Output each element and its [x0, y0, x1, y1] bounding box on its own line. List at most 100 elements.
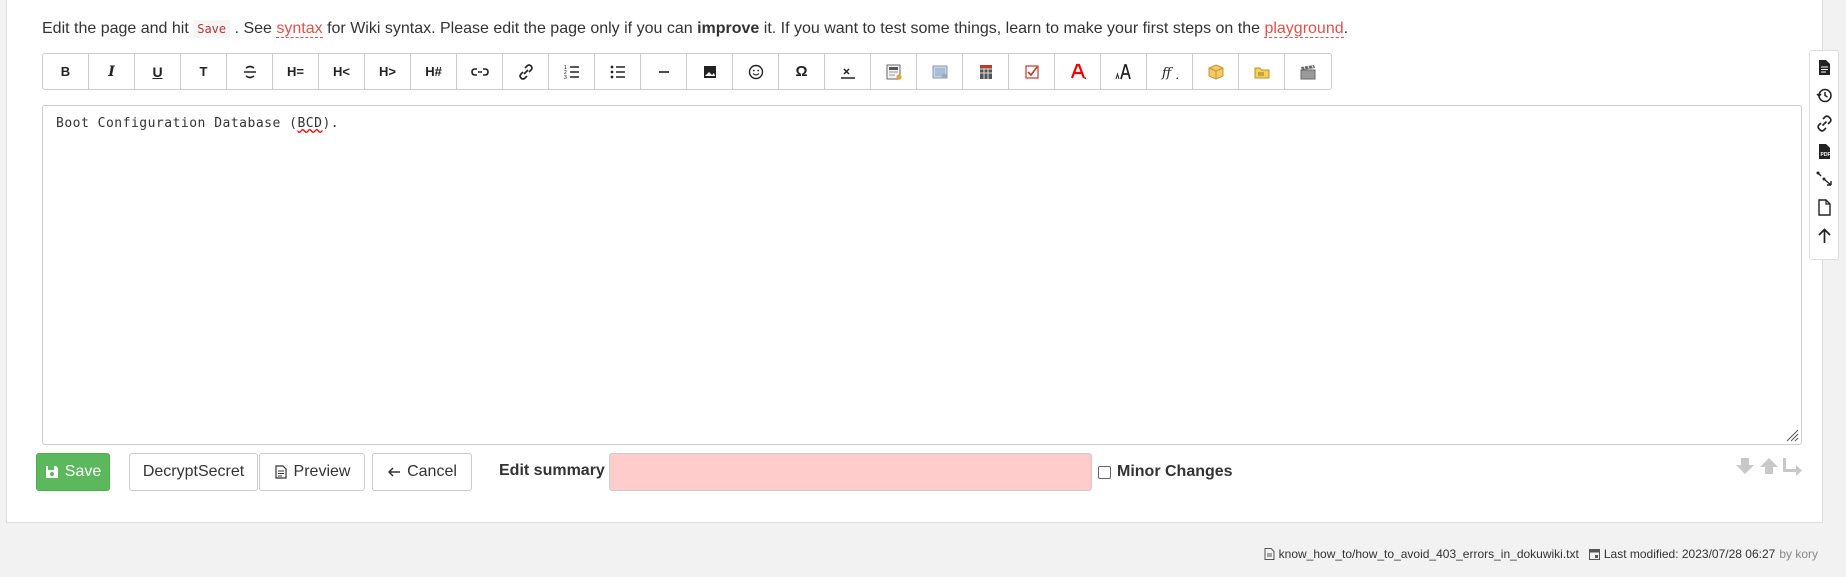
- save-button[interactable]: Save: [36, 453, 110, 491]
- checkbox-icon: [1024, 64, 1039, 79]
- editor-size-controls: [1734, 456, 1804, 476]
- unordered-list-button[interactable]: [595, 54, 641, 89]
- playground-link[interactable]: playground: [1264, 20, 1344, 38]
- last-modified-text: Last modified: 2023/07/28 06:27: [1603, 547, 1776, 561]
- minor-changes-checkbox[interactable]: [1098, 465, 1111, 479]
- internal-link-button[interactable]: [457, 54, 503, 89]
- chain-link-icon: [518, 63, 533, 80]
- calendar-icon: [1588, 549, 1600, 560]
- intro-text: it. If you want to test some things, lea…: [759, 20, 1265, 37]
- underline-label: U: [152, 63, 163, 80]
- plugin-folder-button[interactable]: [1239, 54, 1285, 89]
- strike-button[interactable]: [227, 54, 273, 89]
- underline-button[interactable]: U: [135, 54, 181, 89]
- arrow-down-icon[interactable]: [1734, 456, 1756, 476]
- italic-label: I: [108, 63, 115, 80]
- backlinks-icon[interactable]: [1816, 115, 1833, 132]
- resize-grip-icon[interactable]: [1785, 428, 1799, 442]
- page-tools-sidebar: PDF: [1809, 50, 1839, 260]
- unordered-list-icon: [610, 65, 625, 78]
- wrap-toggle-icon[interactable]: [1782, 456, 1804, 476]
- font-family-button[interactable]: ff: [1147, 54, 1193, 89]
- intro-text: Edit the page and hit: [42, 20, 194, 37]
- edit-page-icon[interactable]: [1816, 59, 1833, 76]
- decrypt-secret-button[interactable]: DecryptSecret: [129, 453, 258, 491]
- plugin-box-button[interactable]: [1193, 54, 1239, 89]
- horizontal-rule-button[interactable]: [641, 54, 687, 89]
- author-text: by kory: [1779, 547, 1818, 561]
- heading-same-button[interactable]: H=: [273, 54, 319, 89]
- plugin-table-button[interactable]: [963, 54, 1009, 89]
- plugin-video-button[interactable]: [1285, 54, 1331, 89]
- external-link-button[interactable]: [503, 54, 549, 89]
- cancel-label: Cancel: [407, 463, 457, 480]
- smiley-icon: [748, 64, 763, 79]
- omega-label: Ω: [795, 63, 808, 80]
- minor-changes-label: Minor Changes: [1117, 463, 1233, 480]
- table-icon: [979, 64, 992, 79]
- horizontal-rule-icon: [658, 70, 669, 73]
- save-code-label: Save: [193, 20, 231, 38]
- image-icon: [703, 65, 716, 78]
- heading-higher-button[interactable]: H<: [319, 54, 365, 89]
- signature-icon: [840, 67, 855, 79]
- plugin-gallery-button[interactable]: [917, 54, 963, 89]
- editor-text-misspelled: BCD: [297, 116, 323, 131]
- plugin-todo-button[interactable]: [1009, 54, 1055, 89]
- editor-text: ).: [322, 116, 340, 131]
- gallery-icon: [932, 65, 947, 78]
- file-icon: [1264, 548, 1275, 560]
- wiki-text-editor[interactable]: Boot Configuration Database (BCD).: [42, 105, 1802, 445]
- text-color-button[interactable]: [1055, 54, 1101, 89]
- intro-text: for Wiki syntax. Please edit the page on…: [322, 20, 698, 37]
- smiley-button[interactable]: [733, 54, 779, 89]
- decrypt-label: DecryptSecret: [142, 463, 245, 480]
- signature-button[interactable]: [825, 54, 871, 89]
- edit-summary-input[interactable]: [609, 453, 1092, 491]
- svg-text:ff: ff: [1161, 66, 1174, 81]
- svg-text:3: 3: [564, 75, 567, 81]
- svg-text:PDF: PDF: [1820, 152, 1830, 158]
- page-filename: know_how_to/how_to_avoid_403_errors_in_d…: [1278, 547, 1579, 561]
- back-to-top-icon[interactable]: [1816, 227, 1833, 244]
- intro-text: .: [1343, 20, 1349, 37]
- folder-icon: [1254, 67, 1269, 78]
- ordered-list-icon: 123: [564, 65, 579, 81]
- minor-changes-option[interactable]: Minor Changes: [1098, 463, 1233, 481]
- preview-button[interactable]: Preview: [259, 453, 365, 491]
- move-page-icon[interactable]: [1816, 171, 1833, 188]
- syntax-link[interactable]: syntax: [276, 20, 323, 38]
- ordered-list-button[interactable]: 123: [549, 54, 595, 89]
- link-icon: [470, 67, 489, 76]
- arrow-left-icon: [388, 467, 401, 477]
- heading-lower-button[interactable]: H>: [365, 54, 411, 89]
- code-button[interactable]: T: [181, 54, 227, 89]
- improve-text: improve: [697, 20, 760, 37]
- image-button[interactable]: [687, 54, 733, 89]
- edit-intro-text: Edit the page and hit Save . See syntax …: [42, 20, 1348, 38]
- bold-button[interactable]: B: [43, 54, 89, 89]
- floppy-disk-icon: [45, 466, 58, 478]
- strikethrough-icon: [243, 65, 256, 78]
- history-icon[interactable]: [1815, 87, 1833, 104]
- form-icon: [886, 64, 901, 79]
- font-size-button[interactable]: [1101, 54, 1147, 89]
- box-icon: [1208, 63, 1223, 80]
- page-footer-info: know_how_to/how_to_avoid_403_errors_in_d…: [1264, 547, 1818, 561]
- plugin-form-button[interactable]: [871, 54, 917, 89]
- save-label: Save: [64, 463, 102, 480]
- font-size-icon: [1115, 63, 1131, 79]
- editor-text: Boot Configuration Database (: [56, 116, 298, 131]
- pdf-export-icon[interactable]: PDF: [1816, 143, 1833, 160]
- editor-toolbar: B I U T H= H< H> H# 123 Ω ff: [42, 53, 1332, 90]
- intro-text: . See: [230, 20, 277, 37]
- italic-button[interactable]: I: [89, 54, 135, 89]
- preview-label: Preview: [293, 463, 351, 480]
- heading-select-button[interactable]: H#: [411, 54, 457, 89]
- new-page-icon[interactable]: [1816, 199, 1833, 216]
- edit-summary-label: Edit summary: [499, 462, 605, 479]
- cancel-button[interactable]: Cancel: [372, 453, 472, 491]
- arrow-up-icon[interactable]: [1758, 456, 1780, 476]
- text-color-icon: [1070, 63, 1086, 79]
- special-chars-button[interactable]: Ω: [779, 54, 825, 89]
